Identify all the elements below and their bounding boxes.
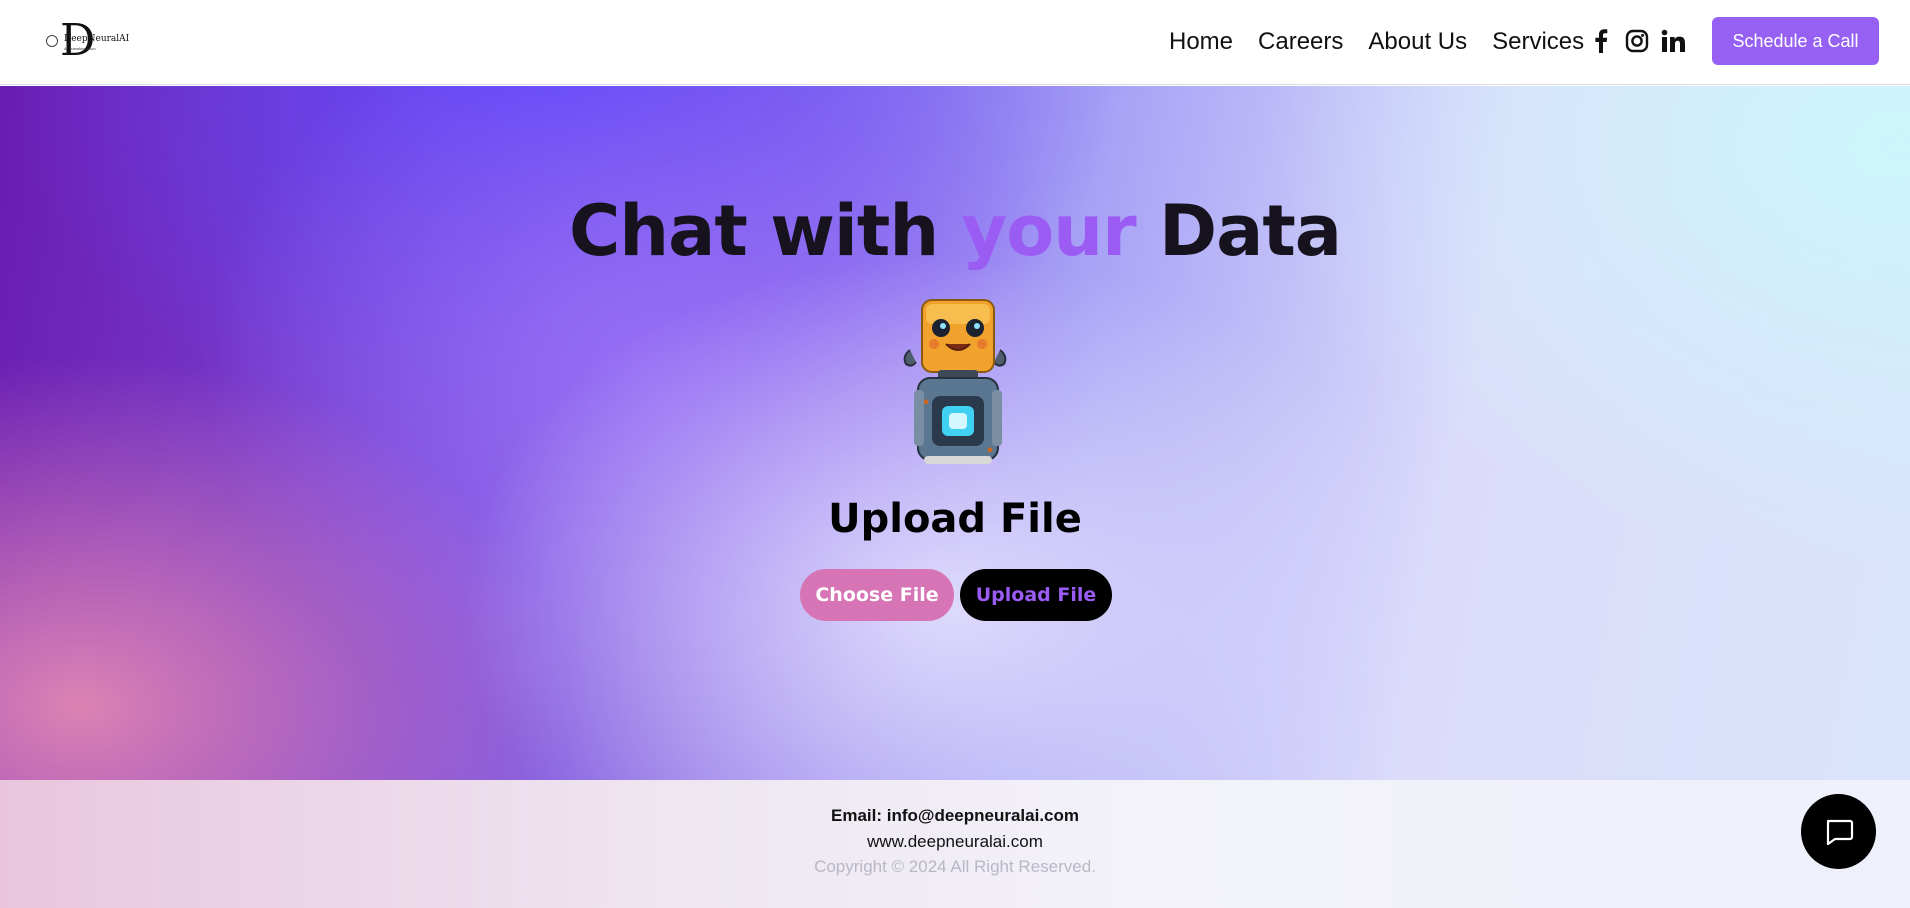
upload-heading: Upload File xyxy=(828,496,1082,542)
footer-website[interactable]: www.deepneuralai.com xyxy=(0,832,1910,852)
site-header: D DeepNeuralAI AI Transformation Home Ca… xyxy=(0,0,1910,85)
logo[interactable]: D DeepNeuralAI AI Transformation xyxy=(46,18,129,64)
logo-emblem-icon xyxy=(46,35,58,47)
title-part-2: Data xyxy=(1135,190,1342,272)
schedule-call-button[interactable]: Schedule a Call xyxy=(1712,17,1879,65)
nav-careers[interactable]: Careers xyxy=(1258,24,1343,60)
title-part-1: Chat with xyxy=(568,190,962,272)
footer-copyright: Copyright © 2024 All Right Reserved. xyxy=(814,857,1096,876)
nav-about-us[interactable]: About Us xyxy=(1368,24,1467,60)
nav-home[interactable]: Home xyxy=(1169,24,1233,60)
chat-widget-button[interactable] xyxy=(1801,794,1876,869)
chat-bubble-icon xyxy=(1824,818,1854,846)
instagram-icon[interactable] xyxy=(1624,28,1650,54)
title-accent: your xyxy=(961,190,1137,272)
facebook-icon[interactable] xyxy=(1588,28,1614,54)
page-title: Chat with your Data xyxy=(0,190,1910,272)
logo-name: DeepNeuralAI xyxy=(64,34,130,44)
nav-services[interactable]: Services xyxy=(1492,24,1584,60)
choose-file-button[interactable]: Choose File xyxy=(800,569,954,621)
logo-tagline: AI Transformation xyxy=(64,46,96,51)
hero-section: Chat with your Data Upload File Choose F… xyxy=(0,86,1910,780)
linkedin-icon[interactable] xyxy=(1660,28,1686,54)
robot-mascot-icon xyxy=(896,298,1014,466)
social-links xyxy=(1588,28,1696,54)
upload-file-button[interactable]: Upload File xyxy=(960,569,1112,621)
site-footer: Email: info@deepneuralai.com www.deepneu… xyxy=(0,780,1910,908)
footer-email[interactable]: Email: info@deepneuralai.com xyxy=(0,806,1910,826)
main-nav: Home Careers About Us Services xyxy=(1169,24,1609,60)
